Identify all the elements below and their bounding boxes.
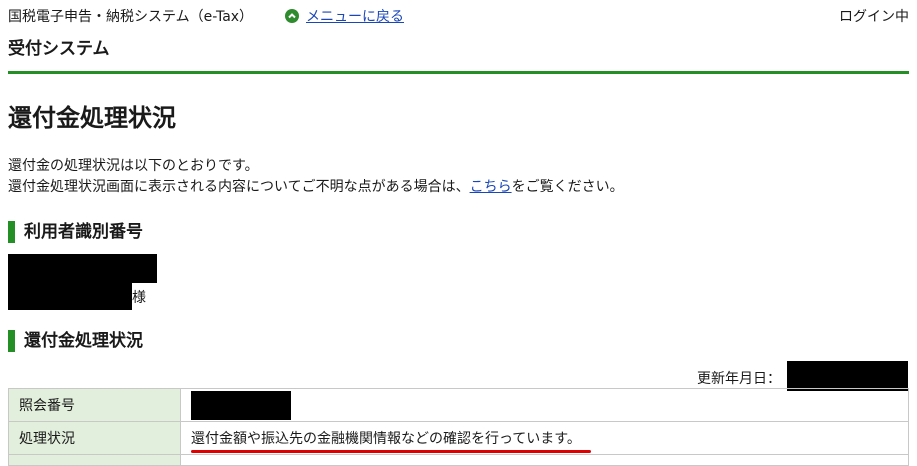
intro-text-before-link: 還付金処理状況画面に表示される内容についてご不明な点がある場合は、 [8,179,470,195]
reference-number-label: 照会番号 [8,388,181,422]
system-name: 受付システム [8,39,110,59]
page-title: 還付金処理状況 [8,104,176,132]
reference-number-value [180,388,909,422]
back-to-menu-label[interactable]: メニューに戻る [306,6,404,26]
updated-date-label: 更新年月日： [697,371,781,387]
table-cell [8,454,181,466]
processing-status-text: 還付金額や振込先の金融機関情報などの確認を行っています。 [191,431,581,447]
refund-status-heading: 還付金処理状況 [8,330,143,352]
processing-status-value: 還付金額や振込先の金融機関情報などの確認を行っています。 [191,428,591,453]
intro-line-2: 還付金処理状況画面に表示される内容についてご不明な点がある場合は、こちらをご覧く… [8,177,624,198]
redacted-updated-date [787,361,908,391]
processing-status-cell: 還付金額や振込先の金融機関情報などの確認を行っています。 [180,421,909,455]
help-link[interactable]: こちら [470,179,512,195]
redacted-user-id [8,254,157,283]
table-cell [180,454,909,466]
header-divider [8,71,909,74]
redacted-user-name [8,283,132,310]
user-id-heading: 利用者識別番号 [8,221,143,243]
processing-status-label: 処理状況 [8,421,181,455]
chevron-up-icon [285,9,299,23]
intro-line-1: 還付金の処理状況は以下のとおりです。 [8,158,259,174]
intro-text-after-link: をご覧ください。 [511,179,624,195]
table-row: 処理状況 還付金額や振込先の金融機関情報などの確認を行っています。 [8,421,909,455]
table-row [8,454,909,466]
redacted-reference-number [191,390,291,420]
back-to-menu-link[interactable]: メニューに戻る [285,6,404,26]
app-title: 国税電子申告・納税システム（e-Tax） [8,9,254,25]
top-bar: 国税電子申告・納税システム（e-Tax） メニューに戻る ログイン中 [8,4,909,26]
red-underline-annotation [191,450,591,453]
refund-status-table: 照会番号 処理状況 還付金額や振込先の金融機関情報などの確認を行っています。 [8,388,909,466]
intro-text: 還付金の処理状況は以下のとおりです。 還付金処理状況画面に表示される内容について… [8,156,624,198]
login-status: ログイン中 [839,9,909,25]
table-row: 照会番号 [8,388,909,422]
honorific: 様 [132,290,146,306]
